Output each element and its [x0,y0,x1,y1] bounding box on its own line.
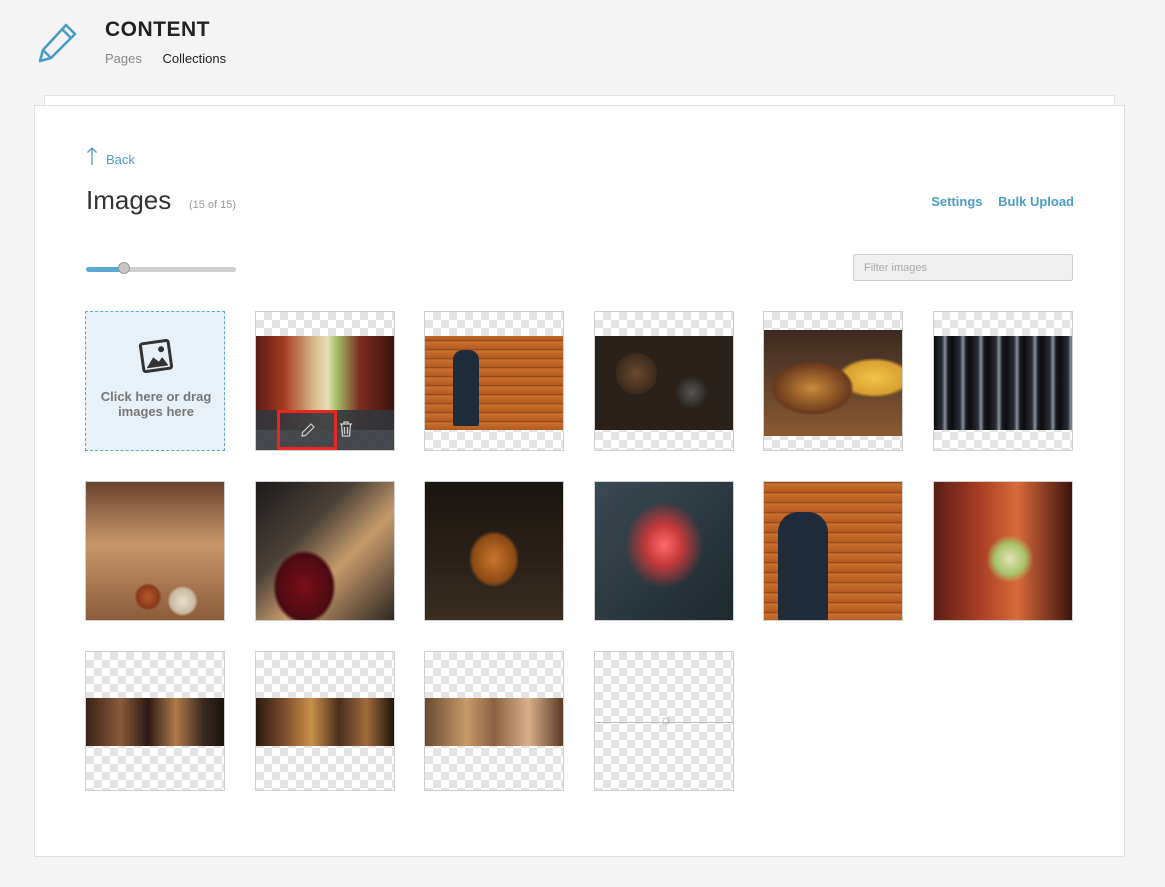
filter-images-input[interactable] [853,254,1073,281]
settings-link[interactable]: Settings [931,194,982,209]
image-thumb-glasses[interactable] [933,311,1073,451]
thumbnail-size-slider[interactable] [86,262,236,274]
image-cups [86,482,224,620]
images-panel: Back Images (15 of 15) Settings Bulk Upl… [34,105,1125,857]
section-subnav: Pages Collections [105,51,243,66]
image-thumb-neon[interactable] [594,481,734,621]
image-thumb-empty[interactable] [594,651,734,791]
slider-handle[interactable] [117,262,130,274]
image-crowd [86,698,224,746]
nav-pages[interactable]: Pages [105,51,142,66]
image-burger [764,330,902,436]
panel-actions: Settings Bulk Upload [919,194,1074,209]
image-thumb-wine[interactable] [255,481,395,621]
image-thumb-mojito-square[interactable] [933,481,1073,621]
image-thumb-mortar[interactable] [594,311,734,451]
upload-dropzone[interactable]: Click here or drag images here [85,311,225,451]
bulk-upload-link[interactable]: Bulk Upload [998,194,1074,209]
image-thumb-mojito[interactable] [255,311,395,451]
image-mortar [595,336,733,430]
image-neon-sign [595,482,733,620]
page-title: Images [86,185,172,215]
image-banjo [425,336,563,430]
nav-collections[interactable]: Collections [163,51,227,66]
image-restaurant [256,698,394,746]
section-title: CONTENT [105,18,210,41]
upload-label: Click here or drag images here [100,389,212,419]
banjo-player-shape [453,350,479,426]
image-count: (15 of 15) [189,199,237,211]
image-thumb-cups[interactable] [85,481,225,621]
pencil-icon [38,23,77,63]
banjo-player-shape [778,512,828,620]
edit-image-button[interactable] [277,410,337,450]
image-thumb-beer[interactable] [424,481,564,621]
image-wine [256,482,394,620]
thumb-hover-toolbar [256,410,394,450]
image-upload-icon [138,338,174,374]
image-mojito-square [934,482,1072,620]
image-thumb-bar-counter[interactable] [424,651,564,791]
app-header: CONTENT Pages Collections [0,0,1165,90]
image-banjo-square [764,482,902,620]
loading-spinner-icon [662,717,670,725]
image-glasses [934,336,1072,430]
image-thumb-crowd[interactable] [85,651,225,791]
image-thumb-burger[interactable] [763,311,903,451]
image-bar-counter [425,698,563,746]
image-thumb-banjo[interactable] [424,311,564,451]
trash-icon[interactable] [338,420,354,438]
pencil-icon [301,423,315,437]
image-thumb-restaurant[interactable] [255,651,395,791]
image-beer [425,482,563,620]
image-thumb-banjo-square[interactable] [763,481,903,621]
arrow-up-icon [87,147,97,165]
back-label: Back [106,152,135,167]
